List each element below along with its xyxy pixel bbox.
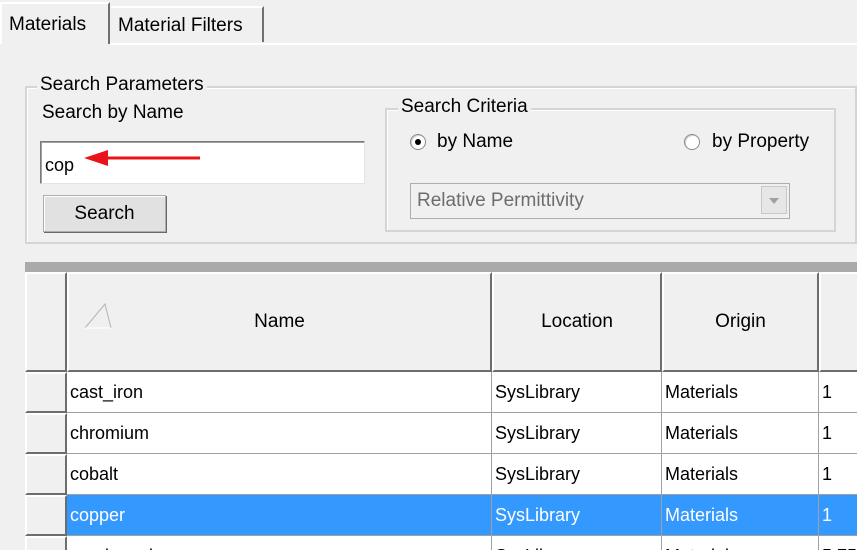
- tab-strip: Materials Material Filters: [0, 0, 857, 45]
- cell-location[interactable]: SysLibrary: [492, 495, 662, 536]
- by-property-radio[interactable]: [684, 134, 700, 150]
- cell-origin[interactable]: Materials: [662, 413, 819, 454]
- cell-name[interactable]: cast_iron: [67, 372, 492, 413]
- column-header-name-label: Name: [254, 311, 305, 332]
- cell-location[interactable]: SysLibrary: [492, 536, 662, 550]
- cell-origin[interactable]: Materials: [662, 372, 819, 413]
- column-header-name[interactable]: Name: [67, 272, 492, 372]
- by-property-label[interactable]: by Property: [712, 131, 809, 153]
- cell-value[interactable]: 1: [819, 454, 857, 495]
- cell-value[interactable]: 1: [819, 413, 857, 454]
- search-parameters-legend: Search Parameters: [37, 74, 207, 96]
- red-arrow-annotation: [84, 150, 200, 166]
- sort-triangle-icon: [84, 302, 112, 329]
- cell-origin[interactable]: Materials: [662, 536, 819, 550]
- grid-corner-header: [25, 272, 67, 372]
- column-header-origin[interactable]: Origin: [662, 272, 819, 372]
- cell-value[interactable]: 5.75: [819, 536, 857, 550]
- row-header[interactable]: [25, 372, 67, 413]
- column-header-origin-label: Origin: [715, 311, 766, 332]
- tab-materials[interactable]: Materials: [0, 2, 110, 44]
- cell-origin[interactable]: Materials: [662, 495, 819, 536]
- search-by-name-label: Search by Name: [42, 102, 184, 123]
- cell-location[interactable]: SysLibrary: [492, 413, 662, 454]
- row-header[interactable]: [25, 454, 67, 495]
- cell-value[interactable]: 1: [819, 495, 857, 536]
- radio-selected-dot: [415, 139, 421, 145]
- cell-value[interactable]: 1: [819, 372, 857, 413]
- column-header-location[interactable]: Location: [492, 272, 662, 372]
- chevron-down-icon: [761, 186, 787, 214]
- row-header[interactable]: [25, 413, 67, 454]
- by-name-radio[interactable]: [410, 134, 426, 150]
- column-header-location-label: Location: [541, 311, 613, 332]
- materials-grid[interactable]: Name Location Origin cast_iron SysLibrar…: [25, 262, 857, 550]
- column-header-value[interactable]: [819, 272, 857, 372]
- cell-location[interactable]: SysLibrary: [492, 454, 662, 495]
- by-name-label[interactable]: by Name: [437, 131, 513, 153]
- search-criteria-legend: Search Criteria: [398, 96, 531, 118]
- cell-location[interactable]: SysLibrary: [492, 372, 662, 413]
- row-header[interactable]: [25, 536, 67, 550]
- tab-material-filters[interactable]: Material Filters: [111, 6, 264, 42]
- search-button[interactable]: Search: [43, 195, 166, 232]
- cell-name[interactable]: chromium: [67, 413, 492, 454]
- tab-panel-border: [110, 43, 857, 45]
- row-header[interactable]: [25, 495, 67, 536]
- cell-name[interactable]: corning_glass: [67, 536, 492, 550]
- property-combo-value: Relative Permittivity: [417, 190, 584, 211]
- property-combo: Relative Permittivity: [410, 183, 790, 219]
- cell-origin[interactable]: Materials: [662, 454, 819, 495]
- cell-name[interactable]: copper: [67, 495, 492, 536]
- cell-name[interactable]: cobalt: [67, 454, 492, 495]
